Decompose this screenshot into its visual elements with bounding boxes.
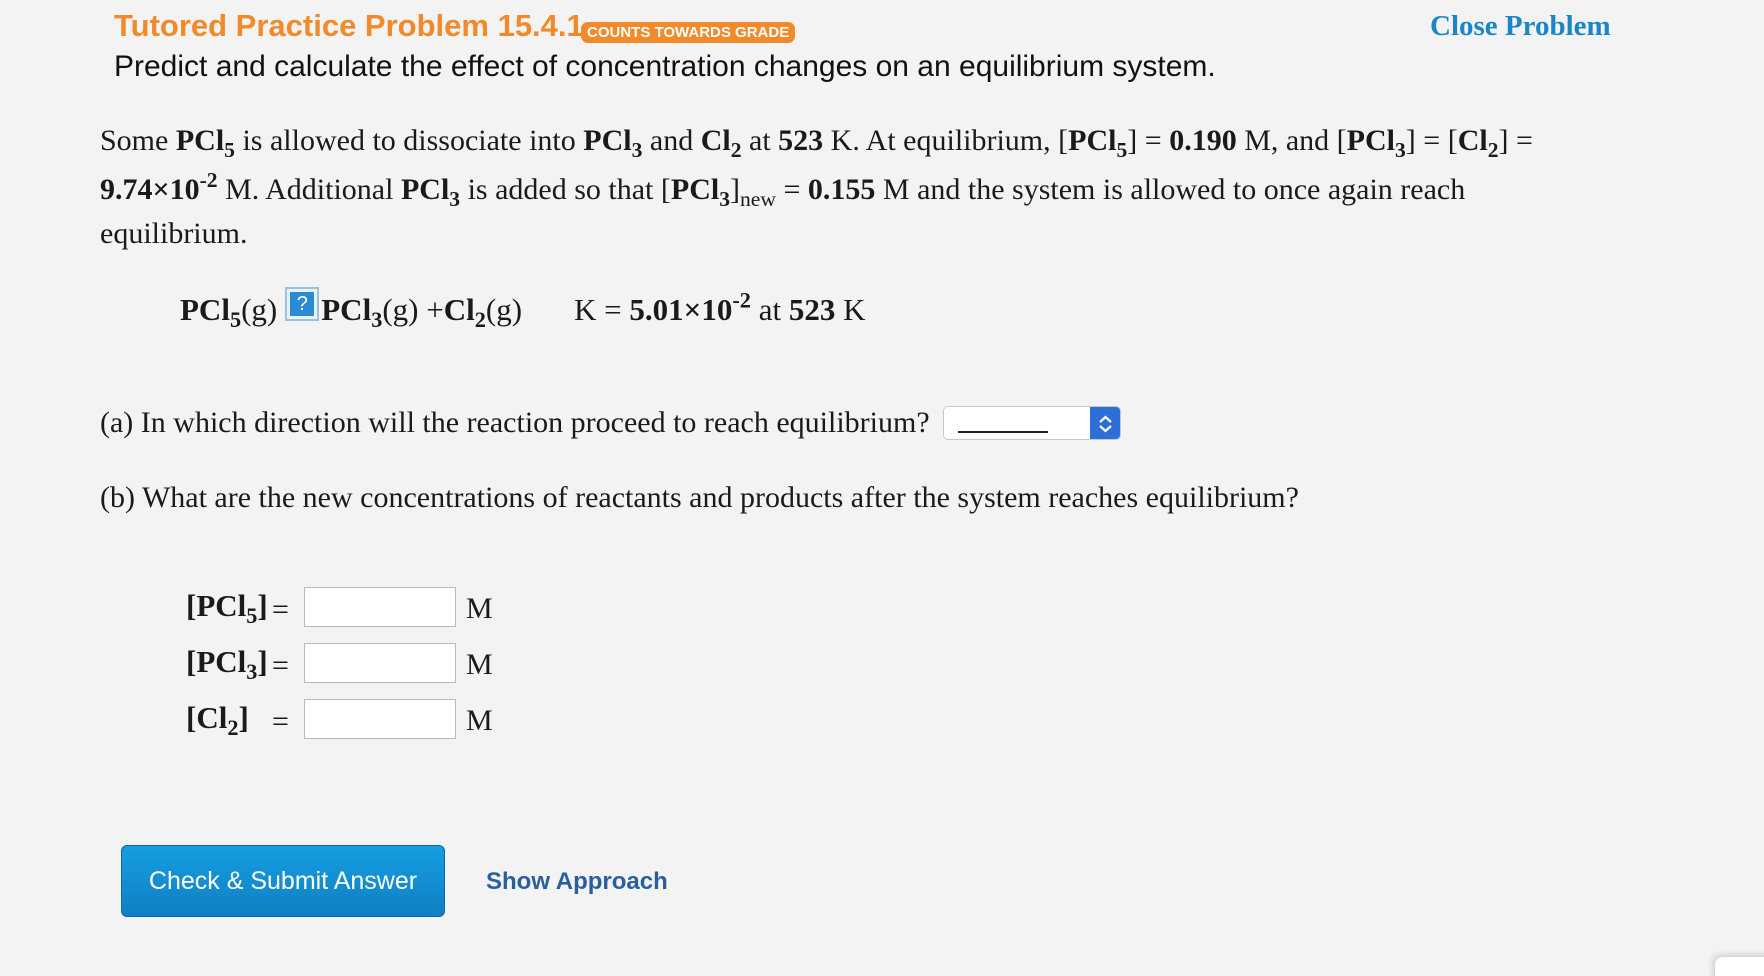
problem-title: Tutored Practice Problem 15.4.1 [114, 8, 584, 43]
problem-text-line-2: 9.74×10-2 M. Additional PCl3 is added so… [100, 168, 1466, 211]
cl2-concentration-input[interactable] [304, 699, 456, 739]
corner-panel [1714, 956, 1764, 976]
select-blank-value [958, 431, 1048, 433]
question-a-text: (a) In which direction will the reaction… [100, 406, 930, 439]
direction-select[interactable] [943, 406, 1121, 440]
chevron-up-down-icon[interactable] [1090, 407, 1120, 439]
check-submit-answer-button[interactable]: Check & Submit Answer [121, 845, 445, 917]
pcl5-concentration-input[interactable] [304, 587, 456, 627]
pcl5-label: [PCl5] [186, 588, 268, 629]
problem-text-line-1: Some PCl5 is allowed to dissociate into … [100, 124, 1533, 162]
pcl3-label: [PCl3] [186, 644, 268, 685]
problem-subtitle: Predict and calculate the effect of conc… [114, 50, 1216, 83]
pcl3-concentration-input[interactable] [304, 643, 456, 683]
counts-towards-grade-badge: COUNTS TOWARDS GRADE [581, 22, 796, 43]
pcl3-equals: = [272, 649, 289, 682]
close-problem-link[interactable]: Close Problem [1430, 10, 1611, 43]
cl2-equals: = [272, 705, 289, 738]
problem-text-line-3: equilibrium. [100, 217, 248, 250]
equilibrium-arrow-help-icon[interactable]: ? [285, 287, 320, 321]
pcl5-unit: M [466, 592, 493, 625]
pcl3-unit: M [466, 648, 493, 681]
equilibrium-constant: K = 5.01×10-2 at 523 K [574, 287, 866, 327]
pcl5-equals: = [272, 593, 289, 626]
equilibrium-equation: PCl 5 (g) ? PCl 3 (g) + Cl 2 (g) K = 5.01×10-2… [180, 287, 866, 333]
cl2-unit: M [466, 704, 493, 737]
show-approach-link[interactable]: Show Approach [486, 868, 668, 896]
question-b-text: (b) What are the new concentrations of r… [100, 481, 1299, 514]
cl2-label: [Cl2] [186, 700, 249, 741]
